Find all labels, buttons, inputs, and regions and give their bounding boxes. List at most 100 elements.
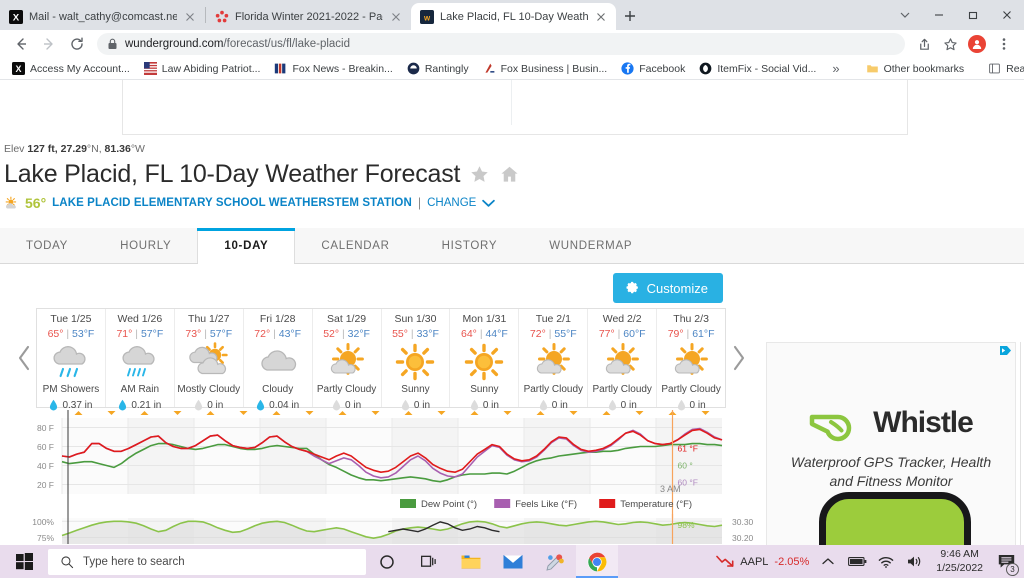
browser-tab-0[interactable]: X Mail - walt_cathy@comcast.net -	[0, 3, 205, 30]
customize-button[interactable]: Customize	[612, 273, 723, 303]
reload-button[interactable]	[64, 31, 90, 57]
wifi-icon	[878, 556, 894, 568]
back-button[interactable]	[8, 31, 34, 57]
close-icon[interactable]	[389, 10, 403, 24]
mail-button[interactable]	[492, 545, 534, 578]
day-card[interactable]: Sat 1/29 52° | 32°F Partly Cloudy 0 in	[313, 309, 382, 411]
chrome-button[interactable]	[576, 545, 618, 578]
browser-tab-2[interactable]: w Lake Placid, FL 10-Day Weather F	[411, 3, 616, 30]
day-card[interactable]: Sun 1/30 55° | 33°F Sunny 0 in	[382, 309, 451, 411]
sunny-icon	[394, 342, 436, 382]
paint-button[interactable]	[534, 545, 576, 578]
day-card[interactable]: Fri 1/28 72° | 43°F Cloudy 0.04 in	[244, 309, 313, 411]
day-temps: 79° | 61°F	[667, 328, 715, 340]
stock-ticker[interactable]: AAPL -2.05%	[716, 555, 809, 568]
bookmark-item[interactable]: Law Abiding Patriot...	[138, 60, 267, 77]
tab-calendar[interactable]: CALENDAR	[295, 228, 416, 263]
bookmark-item[interactable]: X Access My Account...	[6, 60, 136, 77]
maximize-button[interactable]	[956, 0, 990, 30]
tab-wundermap[interactable]: WUNDERMAP	[523, 228, 659, 263]
wifi-button[interactable]	[876, 551, 896, 573]
browser-tab-title: Mail - walt_cathy@comcast.net -	[29, 10, 177, 23]
minimize-button[interactable]	[922, 0, 956, 30]
close-window-button[interactable]	[990, 0, 1024, 30]
volume-button[interactable]	[905, 551, 925, 573]
day-condition: Partly Cloudy	[316, 384, 377, 395]
close-icon[interactable]	[594, 10, 608, 24]
partly-cloudy-icon	[324, 342, 370, 382]
day-date: Wed 2/2	[602, 313, 642, 325]
favorite-star-icon[interactable]	[469, 164, 490, 185]
day-condition: Mostly Cloudy	[177, 384, 241, 395]
bookmarks-overflow-button[interactable]: »	[824, 61, 847, 76]
tab-today[interactable]: TODAY	[0, 228, 95, 263]
other-bookmarks-button[interactable]: Other bookmarks	[860, 60, 971, 77]
top-banner-ad[interactable]	[122, 80, 908, 135]
browser-tab-1[interactable]: Florida Winter 2021-2022 - Page	[206, 3, 411, 30]
bookmark-item[interactable]: Rantingly	[401, 60, 475, 77]
day-temps: 72° | 43°F	[254, 328, 302, 340]
svg-text:80 F: 80 F	[37, 423, 54, 433]
person-icon	[972, 40, 982, 49]
cortana-button[interactable]	[366, 545, 408, 578]
svg-text:100%: 100%	[32, 517, 54, 527]
adchoices-icon[interactable]	[999, 345, 1012, 356]
tab-history[interactable]: HISTORY	[415, 228, 524, 263]
start-button[interactable]	[0, 545, 48, 578]
day-card[interactable]: Wed 2/2 77° | 60°F Partly Cloudy 0 in	[588, 309, 658, 411]
taskbar-search[interactable]: Type here to search	[48, 548, 366, 575]
profile-avatar[interactable]	[968, 35, 986, 53]
day-date: Sun 1/30	[394, 313, 437, 325]
notification-center-button[interactable]: 3	[994, 550, 1019, 576]
chevron-down-icon	[900, 12, 910, 18]
tray-expand-button[interactable]	[818, 551, 838, 573]
day-condition: Sunny	[401, 384, 430, 395]
forecast-charts[interactable]: 20 F 40 F 60 F 80 F 61 °F 60 ° 60 °F Dew Point …	[0, 410, 760, 545]
customize-row: Customize	[0, 265, 745, 307]
next-days-button[interactable]	[726, 338, 750, 378]
gear-icon	[626, 281, 638, 293]
bookmark-item[interactable]: Fox News - Breakin...	[268, 60, 398, 77]
home-icon[interactable]	[499, 164, 520, 185]
change-station-button[interactable]: CHANGE	[427, 197, 476, 209]
prev-days-button[interactable]	[12, 338, 36, 378]
close-icon[interactable]	[183, 10, 197, 24]
task-view-button[interactable]	[408, 545, 450, 578]
battery-button[interactable]	[847, 551, 867, 573]
svg-text:60 °: 60 °	[678, 461, 693, 471]
facebook-icon	[621, 62, 634, 75]
windows-start-icon	[15, 553, 33, 570]
day-card[interactable]: Wed 1/26 71° | 57°F AM Rain 0.21 in	[106, 309, 175, 411]
day-temps: 72° | 55°F	[529, 328, 577, 340]
taskbar-clock[interactable]: 9:46 AM 1/25/2022	[934, 548, 985, 574]
day-card[interactable]: Mon 1/31 64° | 44°F Sunny 0 in	[450, 309, 520, 411]
sidebar-ad[interactable]: Whistle Waterproof GPS Tracker, Health a…	[766, 342, 1016, 545]
cortana-icon	[380, 554, 394, 569]
bookmark-button[interactable]	[938, 32, 962, 56]
arrow-right-icon	[44, 38, 53, 50]
wunderground-icon: w	[420, 9, 434, 24]
share-button[interactable]	[912, 32, 936, 56]
new-tab-button[interactable]	[616, 2, 644, 30]
address-bar[interactable]: wunderground.com/forecast/us/fl/lake-pla…	[97, 33, 905, 55]
temperature-chart[interactable]: 20 F 40 F 60 F 80 F 61 °F 60 ° 60 °F Dew Point …	[0, 410, 760, 545]
reading-list-label: Reading list	[1006, 62, 1024, 75]
chrome-menu-button[interactable]	[992, 32, 1016, 56]
day-card[interactable]: Thu 1/27 73° | 57°F Mostly Cloudy 0 in	[175, 309, 244, 411]
tab-hourly[interactable]: HOURLY	[94, 228, 198, 263]
tab-10-day[interactable]: 10-DAY	[197, 228, 296, 264]
station-name[interactable]: LAKE PLACID ELEMENTARY SCHOOL WEATHERSTE…	[52, 197, 412, 209]
bookmark-item[interactable]: ItemFix - Social Vid...	[693, 60, 822, 77]
day-card[interactable]: Tue 2/1 72° | 55°F Partly Cloudy 0 in	[519, 309, 589, 411]
day-card[interactable]: Tue 1/25 65° | 53°F PM Showers 0.37 in	[37, 309, 106, 411]
mostly-cloudy-icon	[185, 342, 233, 382]
file-explorer-button[interactable]	[450, 545, 492, 578]
day-card[interactable]: Thu 2/3 79° | 61°F Partly Cloudy 0 in	[657, 309, 725, 411]
rain-icon	[117, 342, 163, 382]
bookmark-item[interactable]: Fox Business | Busin...	[477, 60, 614, 77]
chevron-down-icon[interactable]	[482, 199, 496, 208]
reading-list-button[interactable]: Reading list	[982, 60, 1024, 77]
tab-search-button[interactable]	[888, 0, 922, 30]
bookmark-item[interactable]: Facebook	[615, 60, 691, 77]
forward-button[interactable]	[36, 31, 62, 57]
